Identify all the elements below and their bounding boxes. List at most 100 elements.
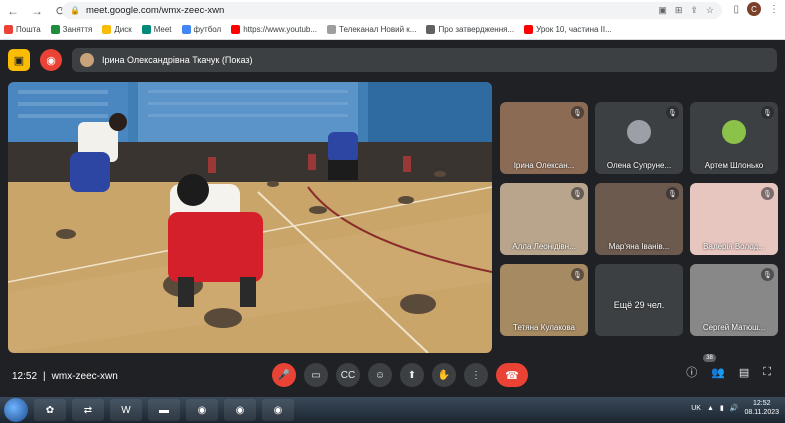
volume-icon[interactable]: 🔊: [730, 404, 739, 412]
bookmark-label: Диск: [114, 24, 132, 34]
network-icon[interactable]: ▮: [720, 404, 724, 412]
taskbar-explorer-icon[interactable]: ▬: [148, 399, 180, 421]
participant-name: Тетяна Кулакова: [513, 323, 575, 332]
taskbar-word-icon[interactable]: W: [110, 399, 142, 421]
meeting-info: 12:52 | wmx-zeec-xwn: [12, 371, 118, 382]
leave-call-icon[interactable]: ☎: [496, 363, 528, 387]
side-controls: ⓘ 👥 38 ▤ ⛶: [686, 353, 771, 380]
bookmark-label: https://www.youtub...: [243, 24, 318, 34]
emoji-icon[interactable]: ☺: [368, 363, 392, 387]
share-icon[interactable]: ⇪: [690, 5, 698, 16]
taskbar-chrome-icon-2[interactable]: ◉: [224, 399, 256, 421]
star-icon[interactable]: ☆: [706, 5, 714, 16]
url-text: meet.google.com/wmx-zeec-xwn: [85, 5, 225, 16]
start-button-icon[interactable]: [4, 398, 28, 422]
captions-icon[interactable]: CC: [336, 363, 360, 387]
sidepanel-icon[interactable]: ▯: [733, 4, 739, 15]
tray-date: 08.11.2023: [744, 409, 779, 416]
presenting-banner: Ірина Олександрівна Ткачук (Показ): [72, 48, 777, 72]
bookmark-item[interactable]: Про затвердження...: [426, 24, 515, 34]
bookmark-icon: [102, 24, 112, 34]
chat-icon[interactable]: ▤: [739, 366, 749, 379]
participant-tile[interactable]: 🎙 Ірина Олексан...: [500, 102, 588, 174]
participant-name: Мар'яна Іванів...: [608, 242, 670, 251]
muted-mic-icon: 🎙: [571, 106, 584, 119]
meeting-code: wmx-zeec-xwn: [51, 371, 118, 382]
mic-off-icon[interactable]: 🎤: [272, 363, 296, 387]
bookmark-item[interactable]: https://www.youtub...: [231, 24, 318, 34]
participant-avatar: [627, 120, 651, 144]
participant-avatar: [722, 120, 746, 144]
muted-mic-icon: 🎙: [571, 187, 584, 200]
gym-scene-image: [8, 82, 492, 353]
divider: |: [43, 371, 46, 382]
bookmark-icon: [181, 24, 191, 34]
participant-tile[interactable]: 🎙 Тетяна Кулакова: [500, 264, 588, 336]
taskbar-teamviewer-icon[interactable]: ⇄: [72, 399, 104, 421]
bookmark-icon: [524, 24, 534, 34]
translate-icon[interactable]: ⊞: [675, 5, 683, 16]
call-controls: 🎤 ▭ CC ☺ ⬆ ✋ ⋮ ☎: [272, 363, 528, 387]
participant-tile[interactable]: 🎙 Олена Супруне...: [595, 102, 683, 174]
tray-clock[interactable]: 12:52 08.11.2023: [744, 399, 779, 417]
info-icon[interactable]: ⓘ: [686, 364, 697, 380]
bookmark-item[interactable]: Meet: [141, 24, 172, 34]
tray-arrow-icon[interactable]: ▲: [707, 405, 714, 412]
address-bar[interactable]: 🔒 meet.google.com/wmx-zeec-xwn ▣ ⊞ ⇪ ☆: [62, 2, 722, 19]
present-icon[interactable]: ▣: [8, 49, 30, 71]
participant-name: Олена Супруне...: [606, 161, 672, 170]
forward-icon[interactable]: →: [30, 4, 44, 18]
bookmark-icon: [141, 24, 151, 34]
participant-name: Артем Шлонько: [704, 161, 764, 170]
participant-name: Валерія Волод...: [703, 242, 765, 251]
muted-mic-icon: 🎙: [761, 187, 774, 200]
menu-icon[interactable]: ⋮: [769, 4, 779, 15]
bookmark-item[interactable]: Урок 10, частина ІІ...: [524, 24, 612, 34]
bookmark-icon: [50, 24, 60, 34]
camera-toggle-icon[interactable]: ▭: [304, 363, 328, 387]
participant-tile[interactable]: 🎙 Мар'яна Іванів...: [595, 183, 683, 255]
bookmark-icon: [231, 24, 241, 34]
profile-avatar[interactable]: C: [747, 2, 761, 16]
language-indicator[interactable]: UK: [691, 405, 701, 412]
bookmark-item[interactable]: Телеканал Новий к...: [327, 24, 416, 34]
raise-hand-icon[interactable]: ✋: [432, 363, 456, 387]
meet-control-bar: 12:52 | wmx-zeec-xwn 🎤 ▭ CC ☺ ⬆ ✋ ⋮ ☎ ⓘ …: [0, 353, 785, 395]
present-screen-icon[interactable]: ⬆: [400, 363, 424, 387]
bookmark-item[interactable]: Заняття: [50, 24, 92, 34]
participant-tile[interactable]: Ещё 29 чел.: [595, 264, 683, 336]
people-icon[interactable]: 👥 38: [703, 353, 725, 379]
taskbar-chrome-icon-3[interactable]: ◉: [262, 399, 294, 421]
bookmark-item[interactable]: футбол: [181, 24, 221, 34]
participant-tile[interactable]: 🎙 Артем Шлонько: [690, 102, 778, 174]
browser-chrome: ← → ⟳ 🔒 meet.google.com/wmx-zeec-xwn ▣ ⊞…: [0, 0, 785, 40]
meeting-time: 12:52: [12, 371, 38, 382]
bookmark-label: Урок 10, частина ІІ...: [536, 24, 612, 34]
bookmark-label: Meet: [153, 24, 172, 34]
browser-nav: ← → ⟳: [6, 2, 68, 20]
participants-count-badge: 38: [703, 353, 716, 362]
muted-mic-icon: 🎙: [666, 106, 679, 119]
participant-tile[interactable]: 🎙 Сергей Матюш...: [690, 264, 778, 336]
lock-icon: 🔒: [70, 6, 80, 15]
participant-tile[interactable]: 🎙 Алла Леонідівн...: [500, 183, 588, 255]
bookmark-icon: [4, 24, 13, 34]
bookmark-icon: [327, 24, 337, 34]
bookmark-item[interactable]: Пошта: [4, 24, 41, 34]
taskbar-app-icon[interactable]: ✿: [34, 399, 66, 421]
presenter-avatar: [80, 53, 94, 67]
bookmark-item[interactable]: Диск: [102, 24, 132, 34]
bookmark-icon: [426, 24, 436, 34]
record-icon[interactable]: ◉: [40, 49, 62, 71]
camera-icon[interactable]: ▣: [658, 5, 667, 16]
back-icon[interactable]: ←: [6, 4, 20, 18]
bookmark-label: Про затвердження...: [438, 24, 515, 34]
main-video: [8, 82, 492, 353]
muted-mic-icon: 🎙: [571, 268, 584, 281]
participant-name: Алла Леонідівн...: [512, 242, 576, 251]
more-options-icon[interactable]: ⋮: [464, 363, 488, 387]
taskbar-chrome-icon[interactable]: ◉: [186, 399, 218, 421]
meet-topbar: ▣ ◉ Ірина Олександрівна Ткачук (Показ): [8, 48, 777, 72]
participant-tile[interactable]: 🎙 Валерія Волод...: [690, 183, 778, 255]
activities-icon[interactable]: ⛶: [763, 366, 771, 379]
